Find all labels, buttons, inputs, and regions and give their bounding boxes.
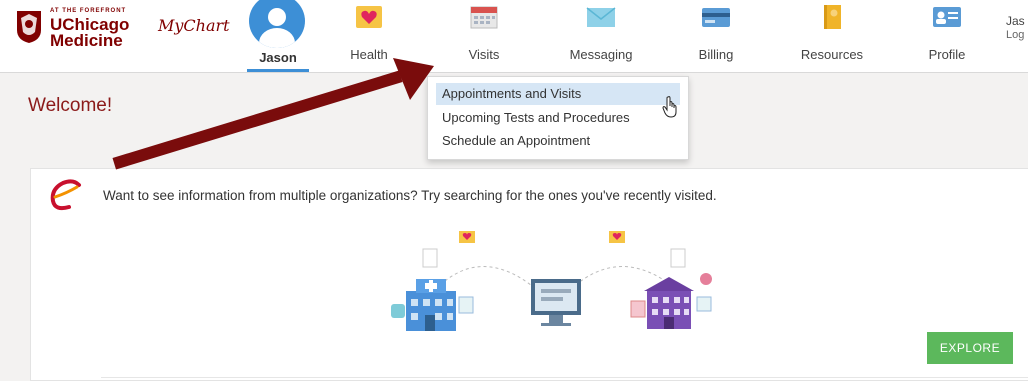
nav-label: Messaging [569, 47, 633, 62]
logo-tagline: AT THE FOREFRONT [50, 8, 127, 14]
nav-billing[interactable]: Billing [680, 0, 752, 72]
nav-messaging[interactable]: Messaging [560, 0, 642, 72]
credit-card-icon [702, 8, 730, 27]
menu-item-upcoming-tests[interactable]: Upcoming Tests and Procedures [436, 107, 680, 129]
nav-label: Billing [698, 47, 734, 62]
nav-resources[interactable]: Resources [792, 0, 872, 72]
avatar [249, 0, 305, 48]
top-navigation-bar: AT THE FOREFRONT UChicago Medicine MyCha… [0, 0, 1028, 73]
calendar-icon [470, 6, 498, 29]
nav-label: Profile [928, 47, 966, 62]
nav-profile[interactable]: Profile [912, 0, 982, 72]
book-icon [824, 5, 841, 29]
nav-health[interactable]: Health [330, 0, 408, 72]
share-everywhere-card: Want to see information from multiple or… [30, 168, 1028, 381]
nav-label: Visits [468, 47, 500, 62]
heart-icon [356, 6, 382, 28]
organizations-illustration [391, 231, 712, 331]
e-logo-icon [50, 179, 81, 211]
card-message: Want to see information from multiple or… [103, 188, 717, 203]
user-avatar-menu[interactable]: Jason [245, 0, 311, 72]
welcome-heading: Welcome! [28, 95, 113, 116]
logo-name-line2: Medicine [50, 31, 123, 50]
id-card-icon [933, 7, 961, 27]
hand-pointer-icon [662, 96, 677, 118]
nav-visits[interactable]: Visits [445, 0, 523, 72]
nav-label: Health [350, 47, 388, 62]
user-name: Jason [259, 50, 297, 65]
menu-item-appointments-and-visits[interactable]: Appointments and Visits [436, 83, 680, 105]
uchicago-medicine-logo[interactable]: AT THE FOREFRONT UChicago Medicine [12, 6, 147, 58]
account-name: Jas [1006, 14, 1025, 28]
visits-dropdown-menu: Appointments and Visits Upcoming Tests a… [427, 76, 689, 160]
account-menu[interactable]: Jas Log [1006, 14, 1025, 42]
nav-label: Resources [800, 47, 864, 62]
active-underline [247, 69, 309, 72]
mychart-logo[interactable]: MyChart [158, 16, 230, 35]
divider [101, 377, 1028, 378]
logout-link[interactable]: Log [1006, 28, 1025, 42]
shield-icon [17, 11, 41, 43]
envelope-icon [586, 7, 616, 27]
explore-button[interactable]: EXPLORE [927, 332, 1013, 364]
menu-item-schedule-appointment[interactable]: Schedule an Appointment [436, 130, 680, 152]
